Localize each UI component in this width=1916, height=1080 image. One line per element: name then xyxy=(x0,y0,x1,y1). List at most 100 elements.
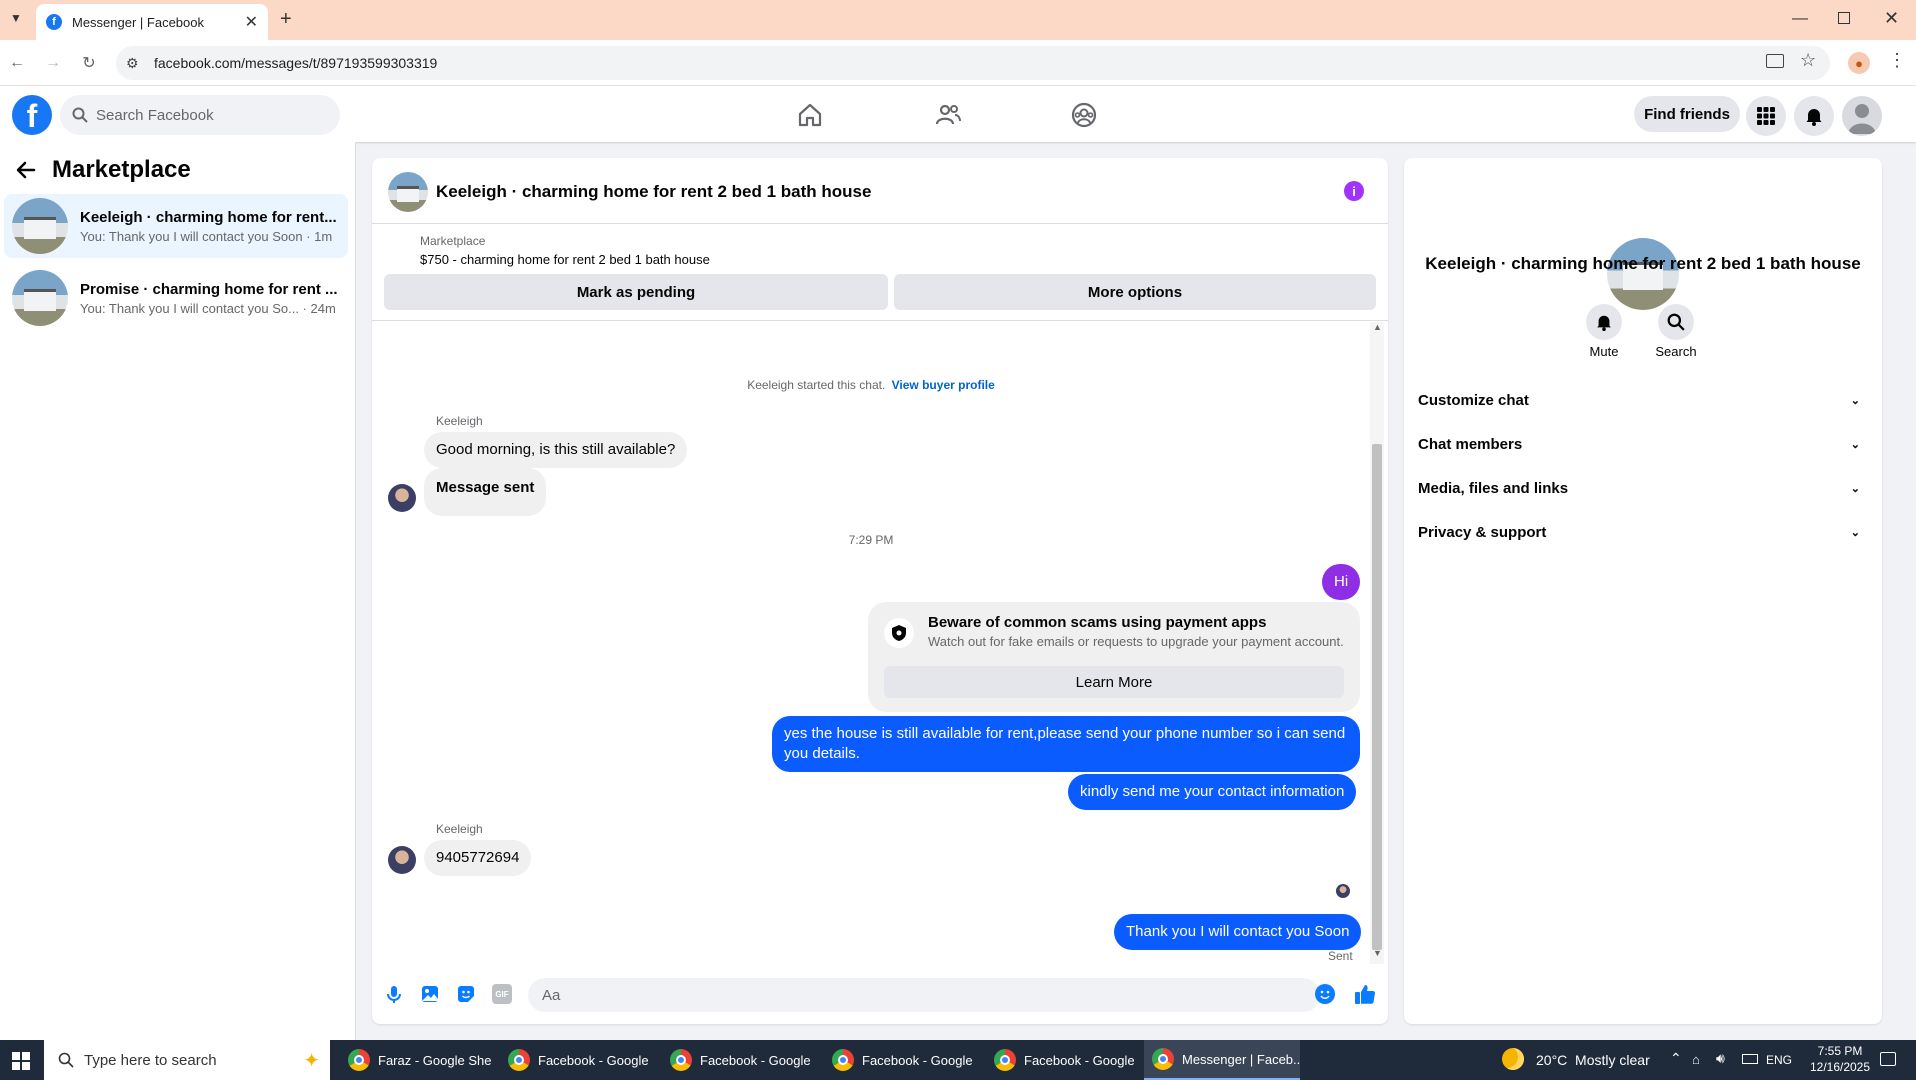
minimize-window-icon[interactable]: — xyxy=(1792,10,1808,28)
listing-price-title[interactable]: $750 - charming home for rent 2 bed 1 ba… xyxy=(420,252,710,267)
taskbar-search-box[interactable]: Type here to search ✦ xyxy=(44,1040,330,1080)
voice-clip-icon[interactable] xyxy=(384,984,404,1004)
mute-button[interactable] xyxy=(1586,304,1622,340)
network-icon[interactable]: ⌂ xyxy=(1692,1052,1700,1067)
forward-icon[interactable]: → xyxy=(42,52,64,74)
find-friends-button[interactable]: Find friends xyxy=(1634,96,1740,132)
chat-members-section[interactable]: Chat members ⌄ xyxy=(1418,426,1868,462)
menu-grid-icon[interactable] xyxy=(1746,96,1786,136)
profile-icon[interactable]: ● xyxy=(1848,52,1870,74)
incoming-message[interactable]: Good morning, is this still available? xyxy=(424,432,688,468)
groups-icon[interactable] xyxy=(1070,101,1098,129)
photo-icon[interactable] xyxy=(420,984,440,1004)
chevron-down-icon: ⌄ xyxy=(1850,526,1860,539)
sticker-icon[interactable] xyxy=(456,984,476,1004)
close-window-icon[interactable]: ✕ xyxy=(1884,8,1899,29)
taskbar-app[interactable]: Facebook - Google ... xyxy=(986,1040,1138,1080)
divider xyxy=(372,320,1388,321)
tray-chevron-up-icon[interactable]: ⌃ xyxy=(1670,1050,1682,1067)
search-in-chat-button[interactable] xyxy=(1658,304,1694,340)
weather-text[interactable]: 20°C Mostly clear xyxy=(1536,1052,1650,1068)
home-icon[interactable] xyxy=(796,101,824,129)
back-icon[interactable]: ← xyxy=(6,52,28,74)
back-arrow-icon[interactable] xyxy=(14,158,38,182)
gif-icon[interactable]: GIF xyxy=(492,984,512,1004)
more-options-button[interactable]: More options xyxy=(894,274,1376,310)
taskbar-app[interactable]: Facebook - Google ... xyxy=(500,1040,652,1080)
taskbar-app[interactable]: Facebook - Google ... xyxy=(824,1040,976,1080)
facebook-logo-icon[interactable]: f xyxy=(12,95,52,135)
info-icon[interactable]: i xyxy=(1344,181,1364,201)
browser-menu-icon[interactable]: ⋮ xyxy=(1888,50,1906,71)
close-tab-icon[interactable]: ✕ xyxy=(245,12,258,32)
browser-tab-messenger[interactable]: f Messenger | Facebook ✕ xyxy=(36,4,268,40)
language-indicator[interactable]: ENG xyxy=(1766,1053,1792,1067)
conversation-item[interactable]: Keeleigh · charming home for rent... You… xyxy=(4,194,348,258)
facebook-search-input[interactable]: Search Facebook xyxy=(60,95,340,135)
details-title: Keeleigh · charming home for rent 2 bed … xyxy=(1425,254,1861,273)
message-input-placeholder: Aa xyxy=(542,986,561,1004)
scrollbar-down-icon[interactable]: ▼ xyxy=(1373,948,1382,958)
sidebar-title: Marketplace xyxy=(52,156,191,183)
conversation-preview: You: Thank you I will contact you So... … xyxy=(80,300,336,316)
account-avatar-icon[interactable] xyxy=(1842,96,1882,136)
taskbar-app[interactable]: Facebook - Google ... xyxy=(662,1040,814,1080)
divider xyxy=(372,223,1388,224)
mark-as-pending-button[interactable]: Mark as pending xyxy=(384,274,888,310)
customize-chat-section[interactable]: Customize chat ⌄ xyxy=(1418,382,1868,418)
chat-started-notice: Keeleigh started this chat. View buyer p… xyxy=(372,378,1370,392)
friends-icon[interactable] xyxy=(934,101,962,129)
search-icon xyxy=(58,1052,74,1068)
volume-icon[interactable]: 🔊︎ xyxy=(1716,1050,1725,1067)
chrome-icon xyxy=(670,1049,692,1071)
outgoing-message[interactable]: yes the house is still available for ren… xyxy=(772,716,1360,772)
reload-icon[interactable]: ↻ xyxy=(78,52,100,74)
windows-start-icon[interactable] xyxy=(12,1052,30,1070)
chrome-icon xyxy=(508,1049,530,1071)
install-app-icon[interactable] xyxy=(1766,54,1784,68)
outgoing-message[interactable]: Hi xyxy=(1322,564,1361,600)
emoji-icon[interactable] xyxy=(1315,984,1335,1004)
restore-window-icon[interactable] xyxy=(1838,12,1850,24)
url-text: facebook.com/messages/t/897193599303319 xyxy=(154,55,438,71)
notification-center-icon[interactable] xyxy=(1880,1052,1896,1066)
sender-name: Keeleigh xyxy=(436,414,483,428)
taskbar-app[interactable]: Faraz - Google She... xyxy=(340,1040,492,1080)
details-thumbnail[interactable] xyxy=(1607,238,1679,310)
scrollbar-thumb[interactable] xyxy=(1372,444,1382,950)
battery-icon[interactable] xyxy=(1742,1054,1758,1064)
weather-moon-icon xyxy=(1502,1048,1524,1070)
learn-more-button[interactable]: Learn More xyxy=(884,666,1344,698)
section-label: Media, files and links xyxy=(1418,479,1569,497)
search-placeholder: Search Facebook xyxy=(96,106,214,124)
thumbs-up-icon[interactable] xyxy=(1354,983,1376,1005)
site-settings-icon[interactable]: ⚙ xyxy=(126,55,139,72)
new-tab-icon[interactable]: + xyxy=(280,8,292,31)
conversation-preview: You: Thank you I will contact you Soon ·… xyxy=(80,228,333,244)
chevron-down-icon: ⌄ xyxy=(1850,438,1860,451)
message-input[interactable]: Aa xyxy=(528,978,1320,1012)
outgoing-message[interactable]: Thank you I will contact you Soon xyxy=(1114,914,1362,950)
tab-list-chevron-icon[interactable]: ▼ xyxy=(6,8,26,28)
view-buyer-profile-link[interactable]: View buyer profile xyxy=(892,378,995,392)
notifications-bell-icon[interactable] xyxy=(1794,96,1834,136)
bookmark-star-icon[interactable]: ☆ xyxy=(1800,50,1816,71)
address-bar[interactable]: facebook.com/messages/t/897193599303319 xyxy=(116,46,1830,80)
taskbar-app-label: Facebook - Google ... xyxy=(1024,1052,1138,1068)
taskbar-app-active[interactable]: Messenger | Faceb... xyxy=(1144,1040,1300,1080)
sender-avatar xyxy=(388,846,416,874)
incoming-message[interactable]: 9405772694 xyxy=(424,840,532,876)
media-files-links-section[interactable]: Media, files and links ⌄ xyxy=(1418,470,1868,506)
privacy-support-section[interactable]: Privacy & support ⌄ xyxy=(1418,514,1868,550)
chevron-down-icon: ⌄ xyxy=(1850,482,1860,495)
incoming-message[interactable]: Message sent xyxy=(424,468,547,516)
outgoing-message[interactable]: kindly send me your contact information xyxy=(1068,774,1357,810)
scrollbar-up-icon[interactable]: ▲ xyxy=(1373,322,1382,332)
chat-title[interactable]: Keeleigh · charming home for rent 2 bed … xyxy=(436,182,871,202)
section-label: Chat members xyxy=(1418,435,1523,453)
tab-title: Messenger | Facebook xyxy=(72,14,204,30)
listing-thumbnail xyxy=(12,270,68,326)
conversation-item[interactable]: Promise · charming home for rent ... You… xyxy=(4,266,348,330)
chat-header-thumbnail[interactable] xyxy=(388,172,428,212)
clock[interactable]: 7:55 PM 12/16/2025 xyxy=(1800,1043,1880,1075)
